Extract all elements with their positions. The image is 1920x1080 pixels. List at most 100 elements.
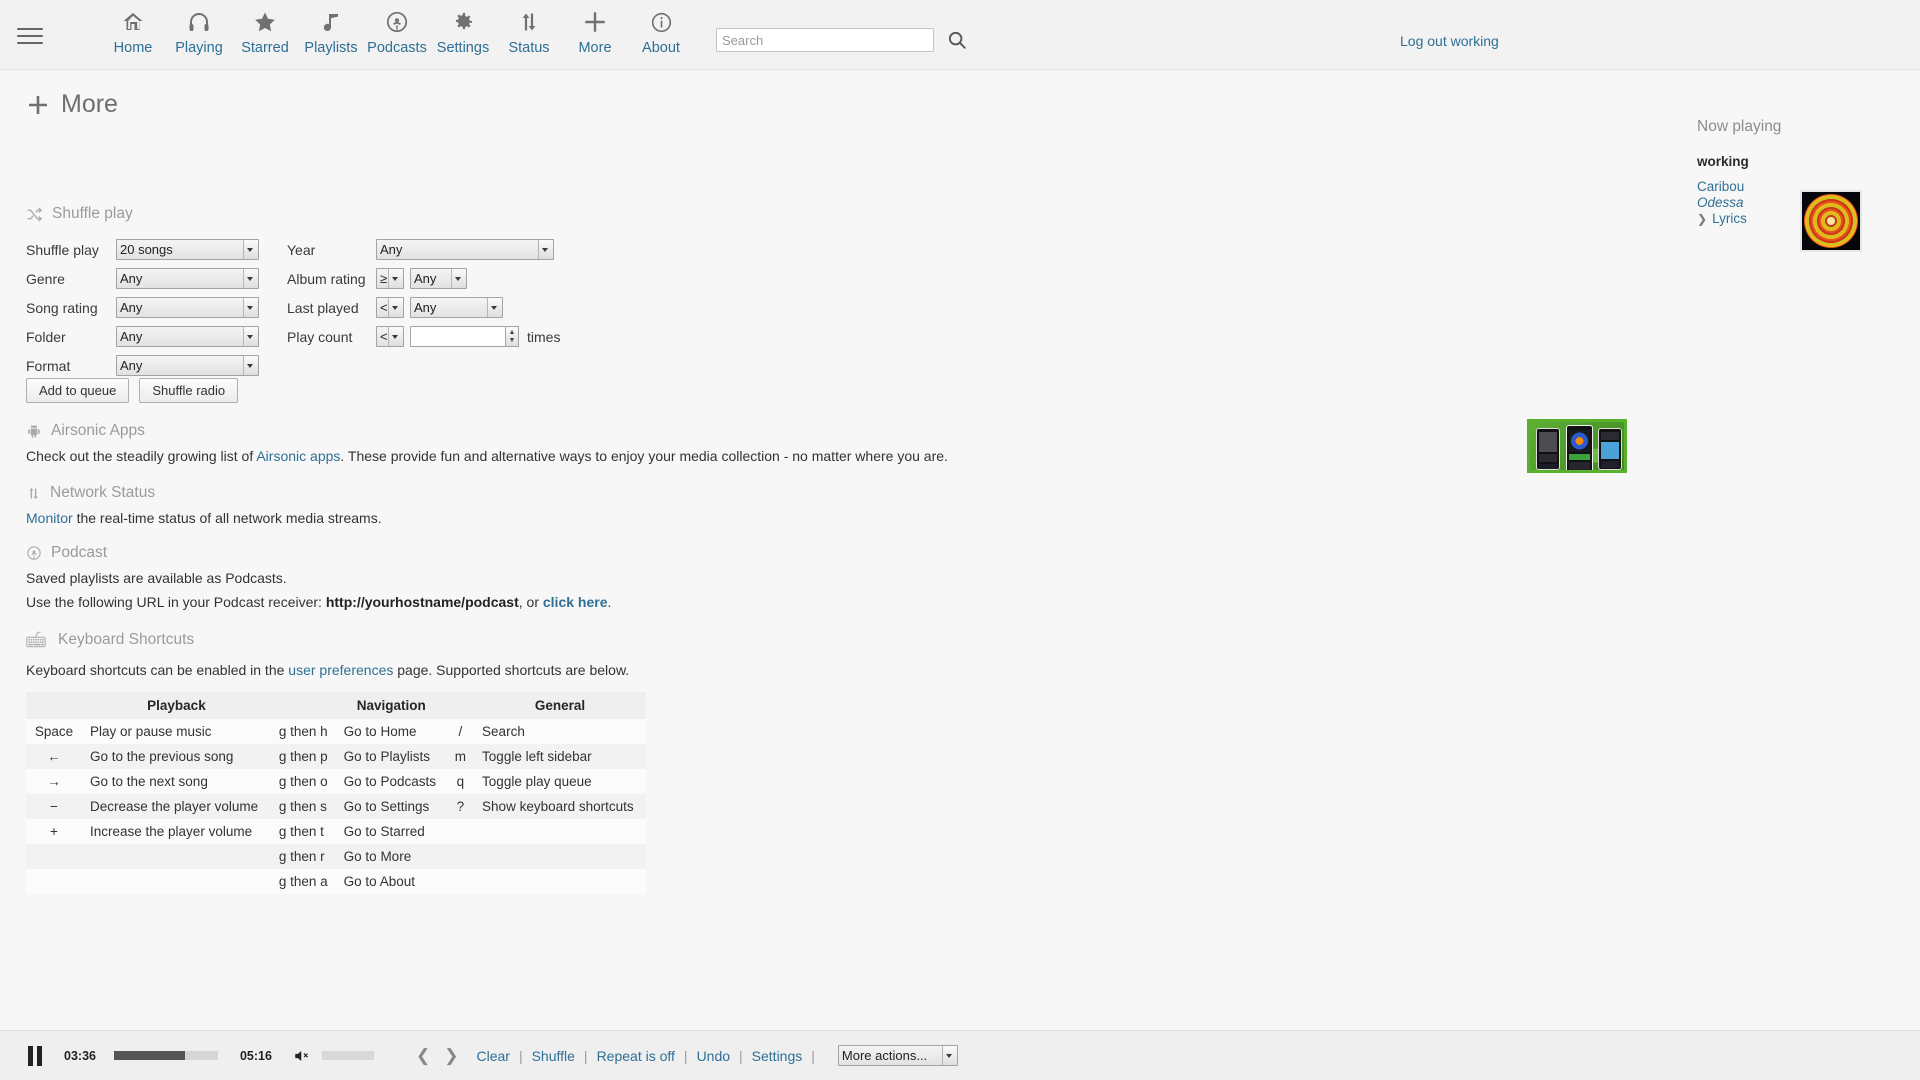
label-format: Format (26, 357, 71, 374)
top-navigation-bar: Home Playing Starred Playlists Podcasts (0, 0, 1920, 70)
nav-item-status[interactable]: Status (496, 8, 562, 56)
now-playing-lyrics-toggle[interactable]: ❯ Lyrics (1697, 211, 1747, 226)
nav-item-home[interactable]: Home (100, 8, 166, 56)
podcast-click-here-link[interactable]: click here (543, 594, 608, 610)
nav-item-settings[interactable]: Settings (430, 8, 496, 56)
table-row: Space Play or pause music g then h Go to… (26, 719, 646, 744)
genre-select[interactable]: Any (116, 268, 259, 289)
podcast-text-before: Use the following URL in your Podcast re… (26, 594, 326, 610)
play-count-input[interactable] (410, 326, 506, 347)
shuffle-play-heading-text: Shuffle play (52, 205, 133, 222)
year-select-wrap: Any (376, 239, 554, 260)
shuffle-radio-button[interactable]: Shuffle radio (139, 378, 239, 403)
search-icon[interactable] (946, 29, 968, 51)
clear-link[interactable]: Clear (476, 1048, 509, 1064)
play-count-operator-select[interactable]: < (376, 326, 404, 347)
settings-link[interactable]: Settings (752, 1048, 803, 1064)
user-preferences-link[interactable]: user preferences (288, 662, 393, 678)
airsonic-apps-promo-image[interactable] (1527, 419, 1627, 473)
more-actions-select[interactable]: More actions... (837, 1045, 958, 1066)
network-text-after: the real-time status of all network medi… (72, 510, 382, 526)
format-select[interactable]: Any (116, 355, 259, 376)
podcast-line-1: Saved playlists are available as Podcast… (26, 570, 287, 586)
cell-general-desc (474, 844, 646, 869)
chevron-right-icon[interactable]: ❯ (444, 1046, 458, 1066)
cell-navigation-key: g then p (270, 744, 336, 769)
label-last-played: Last played (287, 299, 359, 316)
podcast-heading-text: Podcast (51, 544, 108, 561)
pause-icon (28, 1045, 33, 1066)
monitor-link[interactable]: Monitor (26, 510, 73, 526)
stepper-up-icon[interactable]: ▲ (509, 329, 516, 337)
now-playing-album-link[interactable]: Odessa (1697, 195, 1744, 210)
separator: | (518, 1047, 523, 1064)
cell-navigation-key: g then o (270, 769, 336, 794)
total-duration: 05:16 (239, 1048, 272, 1063)
more-actions-wrap: More actions... (837, 1045, 958, 1066)
cell-general-desc (474, 819, 646, 844)
search-input[interactable] (716, 28, 934, 52)
airsonic-apps-link[interactable]: Airsonic apps (256, 448, 340, 464)
album-art-disc (1804, 194, 1858, 248)
nav-item-playlists[interactable]: Playlists (298, 8, 364, 56)
podcast-icon (385, 8, 409, 36)
keyboard-shortcuts-heading: Keyboard Shortcuts (26, 630, 194, 649)
home-icon (121, 8, 145, 36)
year-select[interactable]: Any (376, 239, 554, 260)
folder-select[interactable]: Any (116, 326, 259, 347)
mute-icon[interactable] (292, 1047, 312, 1065)
podcast-text-after: . (607, 594, 612, 610)
cell-general-key: q (446, 769, 475, 794)
pause-button[interactable] (28, 1045, 42, 1066)
podcast-line-2: Use the following URL in your Podcast re… (26, 594, 611, 610)
nav-item-more[interactable]: More (562, 8, 628, 56)
last-played-operator-select[interactable]: < (376, 297, 404, 318)
album-rating-operator-select[interactable]: ≥ (376, 268, 404, 289)
last-played-select[interactable]: Any (410, 297, 503, 318)
nav-item-podcasts[interactable]: Podcasts (364, 8, 430, 56)
keyboard-shortcuts-table: Playback Navigation General Space Play o… (26, 692, 646, 894)
cell-general-key (446, 844, 475, 869)
album-rating-select[interactable]: Any (410, 268, 467, 289)
cell-navigation-desc: Go to About (335, 869, 447, 894)
main-content: More Shuffle play Shuffle play 20 songs … (0, 70, 1920, 1030)
shuffle-play-select[interactable]: 20 songs (116, 239, 259, 260)
shuffle-link[interactable]: Shuffle (532, 1048, 575, 1064)
hamburger-line (17, 28, 43, 30)
logout-link[interactable]: Log out working (1400, 33, 1499, 49)
now-playing-artist-link[interactable]: Caribou (1697, 179, 1744, 194)
nav-item-about[interactable]: About (628, 8, 694, 56)
cell-navigation-desc: Go to Playlists (335, 744, 447, 769)
nav-label-playlists: Playlists (304, 40, 358, 56)
cell-playback-desc: Go to the previous song (82, 744, 271, 769)
podcast-url: http://yourhostname/podcast (325, 594, 519, 610)
last-played-value-wrap: Any (410, 297, 503, 318)
apps-text-after: . These provide fun and alternative ways… (340, 448, 948, 464)
nav-item-playing[interactable]: Playing (166, 8, 232, 56)
add-to-queue-button[interactable]: Add to queue (26, 378, 130, 403)
song-rating-select[interactable]: Any (116, 297, 259, 318)
repeat-link[interactable]: Repeat is off (597, 1048, 675, 1064)
search-area (716, 28, 968, 52)
cell-general-key: / (446, 719, 475, 744)
airsonic-apps-heading: Airsonic Apps (26, 422, 145, 440)
header-playback-key (26, 692, 82, 719)
chevron-left-icon[interactable]: ❮ (416, 1046, 430, 1066)
seek-slider[interactable] (113, 1051, 218, 1060)
form-row-format: Format Any (26, 351, 560, 380)
undo-link[interactable]: Undo (697, 1048, 730, 1064)
separator: | (683, 1047, 688, 1064)
cell-playback-key: + (26, 819, 82, 844)
cell-general-desc (474, 869, 646, 894)
cell-playback-key: → (26, 769, 82, 794)
volume-slider[interactable] (321, 1051, 374, 1060)
nav-item-starred[interactable]: Starred (232, 8, 298, 56)
chevron-right-icon: ❯ (1697, 211, 1708, 226)
play-count-stepper[interactable]: ▲ ▼ (506, 326, 519, 347)
now-playing-album-cover[interactable] (1800, 190, 1862, 252)
nav-label-playing: Playing (175, 40, 223, 56)
hamburger-menu-icon[interactable] (17, 28, 43, 48)
stepper-down-icon[interactable]: ▼ (509, 337, 516, 345)
main-nav: Home Playing Starred Playlists Podcasts (100, 8, 694, 56)
podcast-heading: Podcast (26, 544, 107, 562)
